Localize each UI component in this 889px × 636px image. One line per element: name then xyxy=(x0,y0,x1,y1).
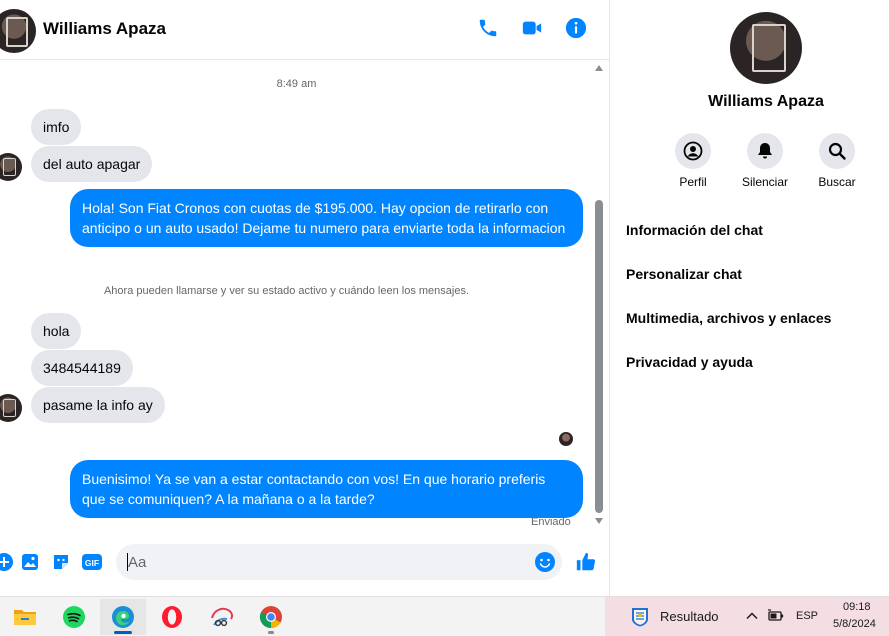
opera-icon[interactable] xyxy=(149,599,195,635)
message-list[interactable]: 8:49 am imfo del auto apagar Hola! Son F… xyxy=(0,61,593,537)
clock-time[interactable]: 09:18 xyxy=(843,601,871,613)
messages-scrollbar[interactable] xyxy=(593,61,605,537)
message-composer: GIF xyxy=(0,540,609,586)
incoming-message[interactable]: pasame la info ay xyxy=(31,387,165,423)
system-notice: Ahora pueden llamarse y ver su estado ac… xyxy=(103,285,470,297)
chat-header: Williams Apaza xyxy=(0,0,609,60)
profile-button[interactable]: Perfil xyxy=(657,133,729,189)
profile-label: Perfil xyxy=(679,175,707,189)
incoming-message[interactable]: hola xyxy=(31,313,82,349)
photo-icon[interactable] xyxy=(18,550,42,574)
bell-icon xyxy=(747,133,783,169)
file-explorer-icon[interactable] xyxy=(2,599,48,635)
emoji-icon[interactable] xyxy=(533,550,557,574)
sender-avatar[interactable] xyxy=(0,153,22,181)
spotify-icon[interactable] xyxy=(51,599,97,635)
outgoing-message[interactable]: Hola! Son Fiat Cronos con cuotas de $195… xyxy=(70,189,583,247)
scroll-up-arrow[interactable] xyxy=(595,65,603,71)
incoming-message[interactable]: imfo xyxy=(31,109,82,145)
widget-label[interactable]: Resultado xyxy=(660,609,719,624)
messenger-window: Williams Apaza 8:49 am imfo del auto apa… xyxy=(0,0,889,636)
search-icon xyxy=(819,133,855,169)
sticker-icon[interactable] xyxy=(49,550,73,574)
privacy-help-link[interactable]: Privacidad y ayuda xyxy=(626,354,753,370)
phone-icon[interactable] xyxy=(476,16,500,40)
gif-icon[interactable]: GIF xyxy=(80,550,104,574)
sender-avatar[interactable] xyxy=(0,394,22,422)
message-input[interactable] xyxy=(116,544,562,580)
contact-name[interactable]: Williams Apaza xyxy=(43,19,166,39)
widget-flag-icon[interactable] xyxy=(629,606,651,628)
contact-avatar[interactable] xyxy=(0,9,36,53)
panel-contact-name: Williams Apaza xyxy=(708,93,824,110)
system-tray: Resultado ESP 09:18 5/8/2024 xyxy=(605,597,889,636)
scroll-down-arrow[interactable] xyxy=(595,518,603,524)
like-icon[interactable] xyxy=(574,550,598,574)
message-timestamp: 8:49 am xyxy=(276,78,317,90)
clock-date[interactable]: 5/8/2024 xyxy=(833,618,876,630)
info-icon[interactable] xyxy=(564,16,588,40)
mute-button[interactable]: Silenciar xyxy=(729,133,801,189)
snipping-tool-icon[interactable] xyxy=(199,599,245,635)
network-battery-icon[interactable] xyxy=(767,608,785,624)
chrome-icon[interactable] xyxy=(248,599,294,635)
video-call-icon[interactable] xyxy=(520,16,544,40)
chevron-up-icon[interactable] xyxy=(745,609,759,623)
search-button[interactable]: Buscar xyxy=(801,133,873,189)
chat-info-panel: Williams Apaza Perfil Silenciar Buscar I… xyxy=(609,0,889,596)
chat-info-link[interactable]: Información del chat xyxy=(626,222,763,238)
outgoing-message[interactable]: Buenisimo! Ya se van a estar contactando… xyxy=(70,460,583,518)
delivery-status: Enviado xyxy=(531,516,571,528)
mute-label: Silenciar xyxy=(741,175,789,189)
customize-chat-link[interactable]: Personalizar chat xyxy=(626,266,742,282)
seen-receipt-avatar xyxy=(559,432,573,446)
edge-icon[interactable] xyxy=(100,599,146,635)
incoming-message[interactable]: 3484544189 xyxy=(31,350,133,386)
chat-pane: Williams Apaza 8:49 am imfo del auto apa… xyxy=(0,0,609,596)
windows-taskbar: Resultado ESP 09:18 5/8/2024 xyxy=(0,596,889,636)
profile-icon xyxy=(675,133,711,169)
text-caret xyxy=(127,553,128,571)
panel-contact-avatar[interactable] xyxy=(730,12,802,84)
incoming-message[interactable]: del auto apagar xyxy=(31,146,153,182)
scrollbar-thumb[interactable] xyxy=(595,200,603,513)
gif-label: GIF xyxy=(85,558,99,568)
media-files-link[interactable]: Multimedia, archivos y enlaces xyxy=(626,310,831,326)
search-label: Buscar xyxy=(818,175,856,189)
add-icon[interactable] xyxy=(0,550,16,574)
input-language[interactable]: ESP xyxy=(796,610,818,622)
